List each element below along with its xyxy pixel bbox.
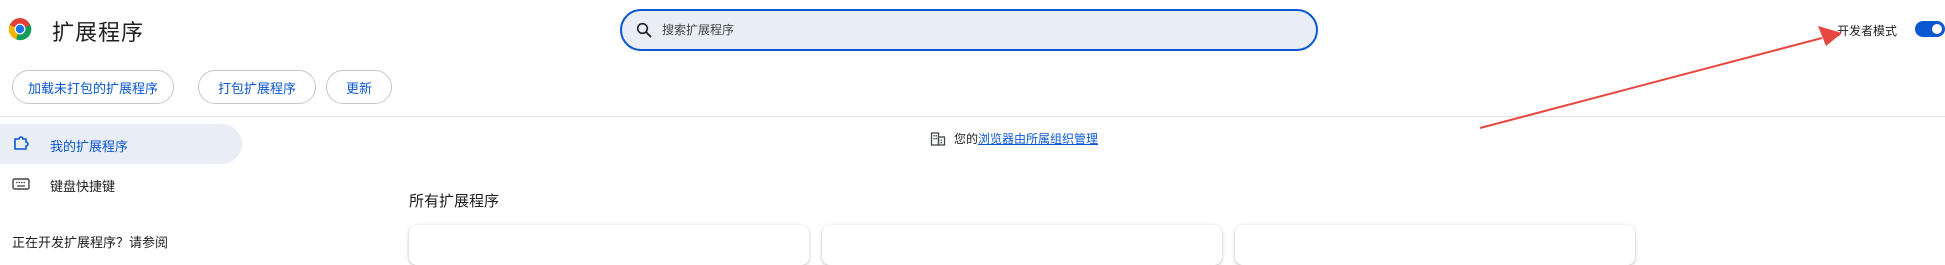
search-box[interactable] bbox=[620, 9, 1318, 51]
building-icon bbox=[930, 131, 946, 146]
extension-card[interactable] bbox=[822, 225, 1222, 265]
managed-link[interactable]: 浏览器由所属组织管理 bbox=[978, 130, 1098, 147]
sidebar-item-keyboard-shortcuts[interactable]: 键盘快捷键 bbox=[0, 164, 242, 204]
sidebar-item-label: 我的扩展程序 bbox=[50, 140, 129, 155]
managed-notice: 您的 浏览器由所属组织管理 bbox=[930, 130, 1098, 147]
extension-card[interactable] bbox=[409, 225, 809, 265]
toggle-knob bbox=[1932, 24, 1942, 34]
dev-mode-label: 开发者模式 bbox=[1837, 24, 1898, 38]
sidebar-item-label: 键盘快捷键 bbox=[50, 180, 116, 195]
header-divider bbox=[0, 116, 1945, 117]
update-button[interactable]: 更新 bbox=[326, 70, 392, 104]
pack-extension-button[interactable]: 打包扩展程序 bbox=[198, 70, 316, 104]
developer-help-text: 正在开发扩展程序？请参阅 bbox=[12, 236, 169, 251]
extension-card[interactable] bbox=[1235, 225, 1635, 265]
section-title: 所有扩展程序 bbox=[409, 192, 500, 210]
chrome-logo-icon bbox=[8, 18, 32, 41]
search-input[interactable] bbox=[660, 22, 1264, 38]
page-title: 扩展程序 bbox=[52, 21, 145, 46]
header: 扩展程序 开发者模式 bbox=[0, 0, 1945, 58]
dev-mode-toggle[interactable] bbox=[1915, 21, 1945, 37]
managed-prefix: 您的 bbox=[954, 132, 979, 146]
keyboard-icon bbox=[12, 178, 30, 190]
search-icon bbox=[636, 22, 652, 38]
load-unpacked-button[interactable]: 加载未打包的扩展程序 bbox=[12, 70, 174, 104]
extension-icon bbox=[14, 136, 29, 150]
sidebar-item-my-extensions[interactable]: 我的扩展程序 bbox=[0, 124, 242, 164]
